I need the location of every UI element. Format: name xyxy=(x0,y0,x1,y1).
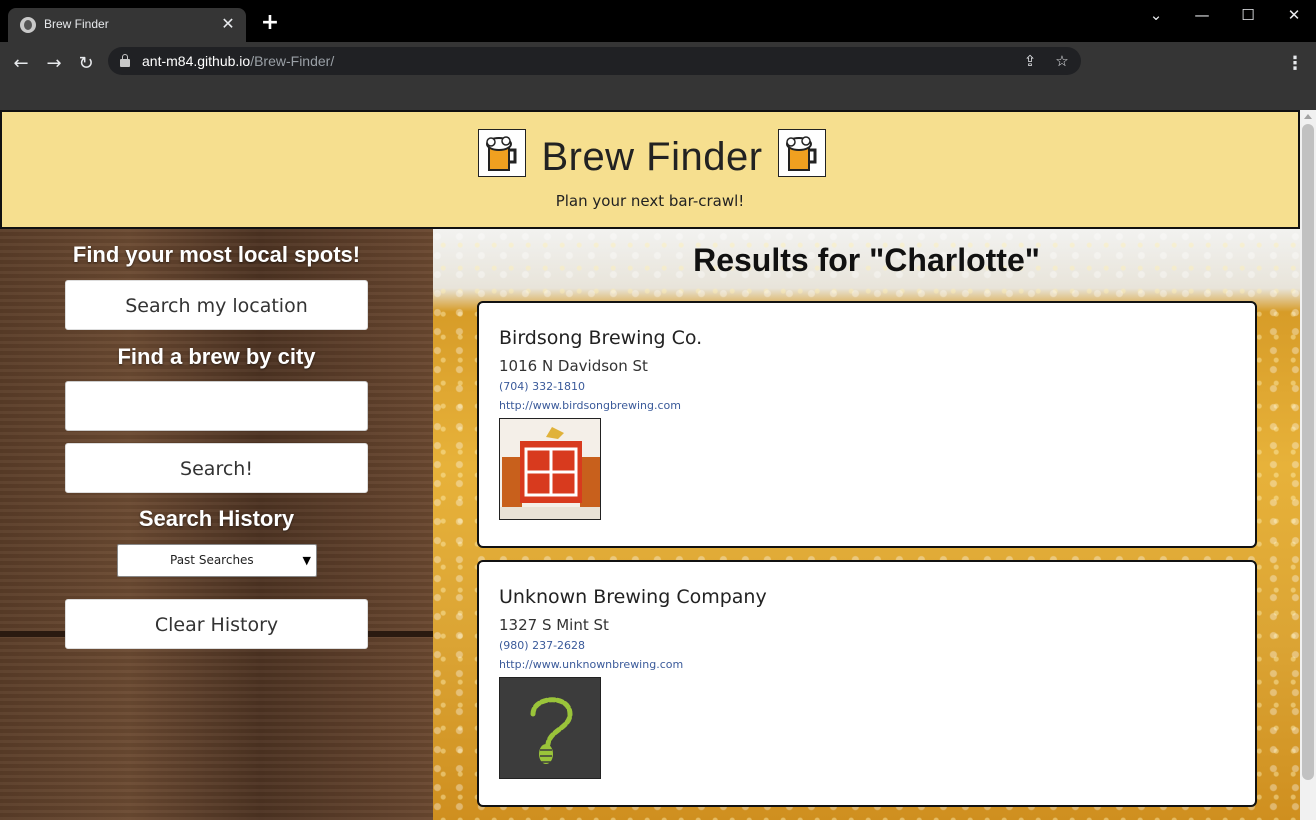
url-text: ant-m84.github.io/Brew-Finder/ xyxy=(142,53,335,69)
tab-search-icon[interactable]: ⌄ xyxy=(1141,4,1171,26)
globe-icon xyxy=(20,17,36,33)
hop-question-mark-icon xyxy=(499,677,601,779)
forward-icon[interactable]: → xyxy=(40,50,68,78)
address-bar[interactable]: ant-m84.github.io/Brew-Finder/ ⇪ ☆ xyxy=(108,47,1081,75)
chevron-down-icon: ▼ xyxy=(302,554,311,567)
local-spots-heading: Find your most local spots! xyxy=(72,242,361,267)
brewery-address: 1327 S Mint St xyxy=(499,616,609,634)
site-header: Brew Finder Plan your next bar-crawl! xyxy=(0,110,1300,229)
brewery-phone: (980) 237-2628 xyxy=(499,639,586,652)
page-scrollbar[interactable] xyxy=(1300,110,1316,820)
beer-mug-icon xyxy=(777,129,826,177)
reload-icon[interactable]: ↻ xyxy=(72,50,100,78)
browser-tab[interactable]: Brew Finder ✕ xyxy=(8,8,246,42)
share-icon[interactable]: ⇪ xyxy=(1020,51,1040,71)
search-history-heading: Search History xyxy=(138,506,295,531)
city-search-heading: Find a brew by city xyxy=(117,344,316,369)
brewery-name: Unknown Brewing Company xyxy=(499,586,767,608)
back-icon[interactable]: ← xyxy=(7,50,35,78)
search-sidebar: Find your most local spots! Search my lo… xyxy=(0,229,433,820)
maximize-icon[interactable]: ☐ xyxy=(1233,4,1263,26)
lock-icon[interactable] xyxy=(120,54,130,67)
title-row: Brew Finder xyxy=(2,129,1300,180)
minimize-icon[interactable]: — xyxy=(1187,4,1217,26)
site-subtitle: Plan your next bar-crawl! xyxy=(555,192,745,210)
search-button[interactable]: Search! xyxy=(65,443,368,493)
new-tab-icon[interactable]: + xyxy=(258,12,282,36)
close-tab-icon[interactable]: ✕ xyxy=(218,14,238,34)
close-window-icon[interactable]: ✕ xyxy=(1279,4,1309,26)
brewery-name: Birdsong Brewing Co. xyxy=(499,327,703,349)
results-title: Results for "Charlotte" xyxy=(693,242,1040,278)
past-searches-selected: Past Searches xyxy=(170,553,254,567)
past-searches-select[interactable]: Past Searches ▼ xyxy=(117,544,317,577)
brewery-website-link[interactable]: http://www.unknownbrewing.com xyxy=(499,658,683,671)
search-location-button[interactable]: Search my location xyxy=(65,280,368,330)
birdsong-logo-icon xyxy=(499,418,601,520)
browser-toolbar: ← → ↻ ant-m84.github.io/Brew-Finder/ ⇪ ☆… xyxy=(0,42,1316,110)
page-viewport: Brew Finder Plan your next bar-crawl! Fi… xyxy=(0,110,1300,820)
browser-tab-strip: Brew Finder ✕ + ⌄ — ☐ ✕ xyxy=(0,0,1316,42)
scroll-up-arrow-icon[interactable] xyxy=(1304,114,1312,119)
scroll-thumb[interactable] xyxy=(1302,124,1314,780)
brewery-phone: (704) 332-1810 xyxy=(499,380,586,393)
brewery-card: Unknown Brewing Company 1327 S Mint St (… xyxy=(477,560,1257,807)
city-search-input[interactable] xyxy=(65,381,368,431)
brewery-address: 1016 N Davidson St xyxy=(499,357,648,375)
brewery-card: Birdsong Brewing Co. 1016 N Davidson St … xyxy=(477,301,1257,548)
bookmark-star-icon[interactable]: ☆ xyxy=(1052,51,1072,71)
site-title: Brew Finder xyxy=(541,135,763,179)
brewery-website-link[interactable]: http://www.birdsongbrewing.com xyxy=(499,399,681,412)
tab-title: Brew Finder xyxy=(44,17,109,31)
results-panel: Results for "Charlotte" Birdsong Brewing… xyxy=(433,229,1300,820)
browser-menu-icon[interactable]: ⋮ xyxy=(1284,50,1306,78)
clear-history-button[interactable]: Clear History xyxy=(65,599,368,649)
beer-mug-icon xyxy=(478,129,527,177)
